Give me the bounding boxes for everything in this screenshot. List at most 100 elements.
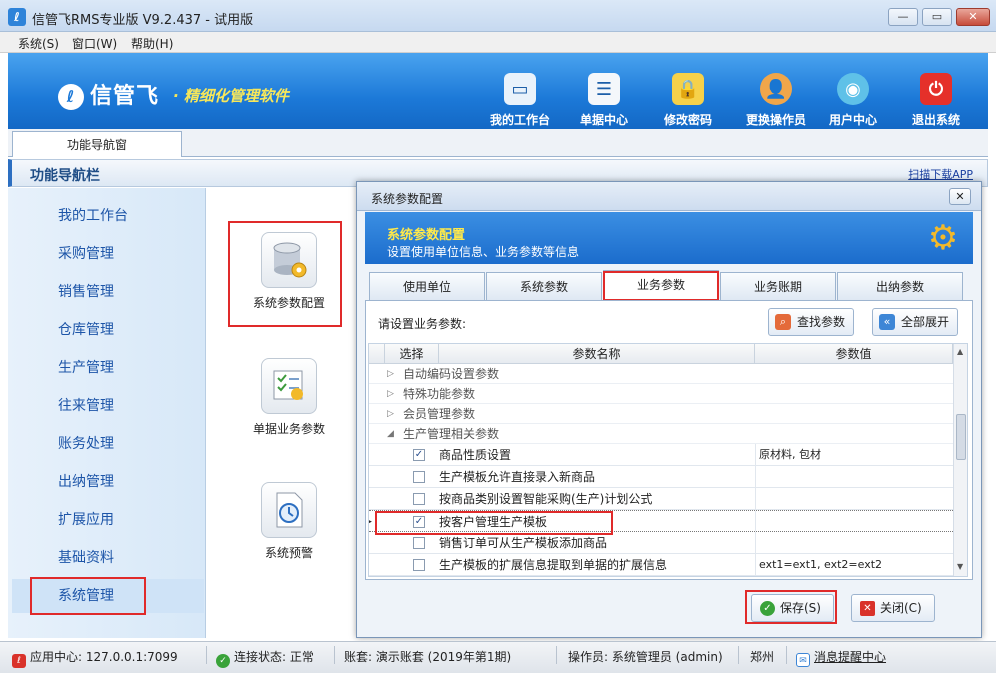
maximize-button[interactable]: ▭ bbox=[922, 8, 952, 26]
close-button[interactable]: ✕ 关闭(C) bbox=[851, 594, 935, 622]
sidebar-item-purchase[interactable]: 采购管理 bbox=[12, 237, 204, 271]
params-prompt: 请设置业务参数: bbox=[378, 317, 467, 331]
monitor-icon: ▭ bbox=[504, 73, 536, 105]
column-divider bbox=[755, 511, 756, 531]
grid-param-row[interactable]: ✓ 商品性质设置 原材料, 包材 bbox=[369, 444, 953, 466]
window-title: 信管飞RMS专业版 V9.2.437 - 试用版 bbox=[32, 13, 254, 28]
param-checkbox[interactable] bbox=[413, 559, 425, 571]
dialog-close-button[interactable]: ✕ bbox=[949, 188, 971, 205]
grid-group-row[interactable]: ▷ 特殊功能参数 bbox=[369, 384, 953, 404]
message-center-link[interactable]: ✉ 消息提醒中心 bbox=[796, 648, 886, 667]
toolbar-switch-operator-button[interactable]: 👤 更换操作员 bbox=[736, 73, 816, 128]
toolbar-exit-button[interactable]: ⏻ 退出系统 bbox=[896, 73, 976, 128]
expand-arrow-icon: ▷ bbox=[387, 409, 394, 419]
scroll-up-icon[interactable]: ▲ bbox=[957, 347, 963, 356]
sidebar-item-production[interactable]: 生产管理 bbox=[12, 351, 204, 385]
scroll-down-icon[interactable]: ▼ bbox=[957, 562, 963, 571]
highlight-box-row bbox=[375, 511, 613, 535]
list-icon: ☰ bbox=[588, 73, 620, 105]
column-divider bbox=[755, 444, 756, 465]
gear-icon: ⚙ bbox=[927, 218, 959, 258]
grid-group-row[interactable]: ◢ 生产管理相关参数 bbox=[369, 424, 953, 444]
highlight-box-config bbox=[228, 221, 342, 327]
status-bar: ℓ 应用中心: 127.0.0.1:7099 ✓ 连接状态: 正常 账套: 演示账套… bbox=[0, 641, 996, 673]
dialog-header: 系统参数配置 设置使用单位信息、业务参数等信息 ⚙ bbox=[365, 212, 973, 264]
param-checkbox[interactable] bbox=[413, 537, 425, 549]
status-divider bbox=[786, 646, 787, 664]
globe-icon: ◉ bbox=[837, 73, 869, 105]
tab-system-params[interactable]: 系统参数 bbox=[486, 272, 602, 300]
grid-group-row[interactable]: ▷ 会员管理参数 bbox=[369, 404, 953, 424]
scrollbar-thumb[interactable] bbox=[956, 414, 966, 460]
download-app-link[interactable]: 扫描下载APP bbox=[908, 166, 973, 182]
lock-icon: 🔒 bbox=[672, 73, 704, 105]
close-icon: ✕ bbox=[860, 600, 875, 616]
sidebar-item-my-workbench[interactable]: 我的工作台 bbox=[12, 199, 204, 233]
collapse-arrow-icon: ◢ bbox=[387, 429, 394, 439]
grid-param-row[interactable]: 按商品类别设置智能采购(生产)计划公式 bbox=[369, 488, 953, 510]
toolbar-my-workbench-button[interactable]: ▭ 我的工作台 bbox=[480, 73, 560, 128]
param-checkbox[interactable]: ✓ bbox=[413, 449, 425, 461]
current-row-arrow-icon: ▶ bbox=[369, 511, 372, 533]
grid-header-value[interactable]: 参数值 bbox=[755, 344, 953, 364]
highlight-box-tab bbox=[603, 271, 719, 301]
grid-param-row[interactable]: 销售订单可从生产模板添加商品 bbox=[369, 532, 953, 554]
sidebar-item-cashier[interactable]: 出纳管理 bbox=[12, 465, 204, 499]
sidebar-item-sales[interactable]: 销售管理 bbox=[12, 275, 204, 309]
param-checkbox[interactable] bbox=[413, 493, 425, 505]
column-divider bbox=[755, 532, 756, 553]
grid-header-name[interactable]: 参数名称 bbox=[439, 344, 755, 364]
grid-param-row[interactable]: 生产模板的扩展信息提取到单据的扩展信息 ext1=ext1, ext2=ext2 bbox=[369, 554, 953, 576]
menu-help[interactable]: 帮助(H) bbox=[131, 35, 173, 52]
param-checkbox[interactable] bbox=[413, 471, 425, 483]
grid-scrollbar[interactable]: ▲ ▼ bbox=[953, 344, 967, 576]
menu-window[interactable]: 窗口(W) bbox=[72, 35, 117, 52]
status-divider bbox=[738, 646, 739, 664]
close-window-button[interactable]: ✕ bbox=[956, 8, 990, 26]
brand-logo-icon: ℓ bbox=[58, 84, 84, 110]
document-business-params-item[interactable]: 单据业务参数 bbox=[234, 358, 344, 437]
status-divider bbox=[206, 646, 207, 664]
clock-icon bbox=[261, 482, 317, 538]
params-grid: 选择 参数名称 参数值 ▷ 自动编码设置参数 ▷ 特殊功能参数 ▷ 会员管理参数 ◢ 生… bbox=[368, 343, 968, 577]
system-warning-item[interactable]: 系统预警 bbox=[234, 482, 344, 561]
app-logo-icon: ℓ bbox=[8, 8, 26, 26]
status-app-center: ℓ 应用中心: 127.0.0.1:7099 bbox=[12, 648, 178, 668]
double-chevron-icon: « bbox=[879, 314, 895, 330]
status-account: 账套: 演示账套 (2019年第1期) bbox=[344, 650, 512, 664]
sidebar-item-extensions[interactable]: 扩展应用 bbox=[12, 503, 204, 537]
highlight-box-save bbox=[745, 590, 837, 624]
grid-param-row[interactable]: 生产模板允许直接录入新商品 bbox=[369, 466, 953, 488]
toolbar-change-password-button[interactable]: 🔒 修改密码 bbox=[648, 73, 728, 128]
sidebar-item-accounts[interactable]: 往来管理 bbox=[12, 389, 204, 423]
sidebar: 我的工作台 采购管理 销售管理 仓库管理 生产管理 往来管理 账务处理 出纳管理… bbox=[8, 188, 206, 638]
sidebar-item-bookkeeping[interactable]: 账务处理 bbox=[12, 427, 204, 461]
status-divider bbox=[334, 646, 335, 664]
checklist-icon bbox=[261, 358, 317, 414]
minimize-button[interactable]: — bbox=[888, 8, 918, 26]
find-params-button[interactable]: ⌕ 查找参数 bbox=[768, 308, 855, 336]
tab-usage-unit[interactable]: 使用单位 bbox=[369, 272, 485, 300]
grid-header-select[interactable]: 选择 bbox=[385, 344, 439, 364]
tab-cashier-params[interactable]: 出纳参数 bbox=[837, 272, 963, 300]
dialog-header-desc: 设置使用单位信息、业务参数等信息 bbox=[387, 245, 580, 259]
brand-slogan: · 精细化管理软件 bbox=[173, 87, 289, 105]
param-value[interactable]: ext1=ext1, ext2=ext2 bbox=[759, 554, 882, 576]
toolbar-document-center-button[interactable]: ☰ 单据中心 bbox=[564, 73, 644, 128]
sidebar-item-basic-data[interactable]: 基础资料 bbox=[12, 541, 204, 575]
column-divider bbox=[755, 554, 756, 575]
menu-bar: 系统(S) 窗口(W) 帮助(H) bbox=[0, 32, 996, 53]
expand-all-button[interactable]: « 全部展开 bbox=[872, 308, 959, 336]
sidebar-item-warehouse[interactable]: 仓库管理 bbox=[12, 313, 204, 347]
tab-business-period[interactable]: 业务账期 bbox=[720, 272, 836, 300]
toolbar-user-center-button[interactable]: ◉ 用户中心 bbox=[813, 73, 893, 128]
param-value[interactable]: 原材料, 包材 bbox=[759, 444, 821, 466]
tab-bar: 功能导航窗 bbox=[8, 129, 988, 157]
grid-group-row[interactable]: ▷ 自动编码设置参数 bbox=[369, 364, 953, 384]
tab-function-navigation[interactable]: 功能导航窗 bbox=[12, 131, 182, 157]
dialog-body: 请设置业务参数: ⌕ 查找参数 « 全部展开 选择 参数名称 参数值 ▷ 自动编码… bbox=[365, 300, 973, 580]
menu-system[interactable]: 系统(S) bbox=[18, 35, 59, 52]
banner: ℓ 信管飞 · 精细化管理软件 ▭ 我的工作台 ☰ 单据中心 🔒 修改密码 👤 更… bbox=[8, 53, 988, 129]
dialog-header-title: 系统参数配置 bbox=[387, 228, 466, 243]
dialog-title-bar: 系统参数配置 ✕ bbox=[357, 182, 981, 211]
